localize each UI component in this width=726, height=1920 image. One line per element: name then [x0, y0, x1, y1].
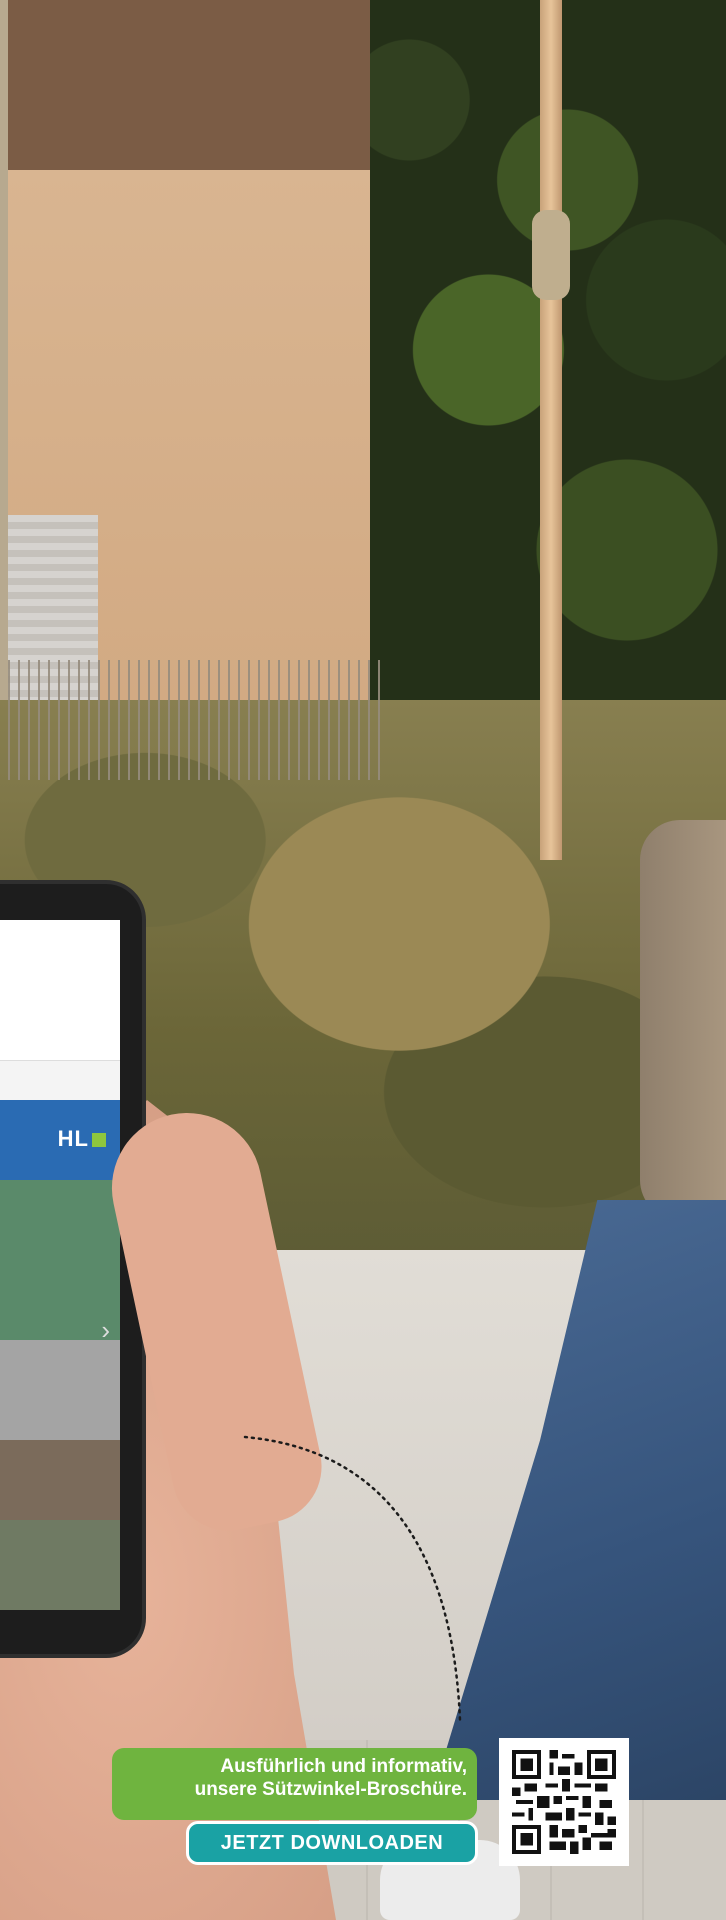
promo-text-box: Ausführlich und informativ, unsere Sützw… — [112, 1748, 477, 1820]
hero-photo: HL › — [0, 0, 726, 1920]
phone-browser-header — [0, 920, 120, 1061]
logo-square-icon — [92, 1133, 106, 1148]
qr-code[interactable] — [499, 1738, 629, 1866]
qr-code-icon — [512, 1750, 616, 1854]
garden-fence — [8, 660, 388, 780]
umbrella-pole — [540, 0, 562, 860]
house-roof-shadow — [8, 0, 370, 170]
umbrella-joint — [532, 210, 570, 300]
phone-screen: HL › — [0, 920, 120, 1610]
phone-logo-text: HL — [57, 1126, 89, 1151]
promo-line-1: Ausführlich und informativ, — [220, 1756, 467, 1777]
person-arm — [640, 820, 726, 1220]
promo-line-2: unsere Sützwinkel-Broschüre. — [194, 1778, 467, 1800]
chevron-right-icon: › — [101, 1315, 110, 1345]
phone-brochure-cover — [0, 1100, 120, 1520]
download-button-label: JETZT DOWNLOADEN — [220, 1831, 444, 1854]
download-button[interactable]: JETZT DOWNLOADEN — [186, 1821, 478, 1865]
phone-screen-footer — [0, 1520, 120, 1610]
phone-brochure-logo: HL — [58, 1126, 106, 1152]
